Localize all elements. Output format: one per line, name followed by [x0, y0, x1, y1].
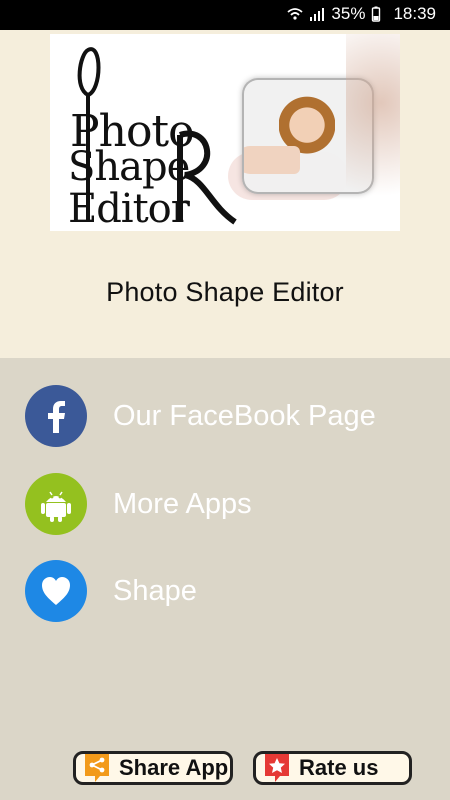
menu-item-shape[interactable]: Shape — [25, 560, 425, 622]
wifi-icon — [287, 6, 304, 22]
share-svg — [85, 754, 109, 782]
share-app-label: Share App — [119, 755, 229, 780]
app-banner: Photo Shape Editor — [50, 34, 400, 231]
banner-text-shape: Shape — [68, 144, 190, 190]
battery-icon — [371, 6, 387, 22]
star-svg — [265, 754, 289, 782]
menu-label-more-apps: More Apps — [113, 487, 252, 520]
top-section: Photo Shape Editor Photo Shape Editor — [0, 30, 450, 358]
rate-us-button[interactable]: Rate us — [253, 751, 412, 785]
facebook-svg — [48, 401, 65, 433]
status-bar: 35% 18:39 — [0, 0, 450, 30]
pointing-hand — [244, 146, 300, 174]
signal-icon — [309, 6, 325, 22]
menu-item-facebook[interactable]: Our FaceBook Page — [25, 385, 425, 447]
heart-icon — [25, 560, 87, 622]
wifi-svg — [287, 8, 304, 20]
status-bar-right: 35% 18:39 — [287, 4, 436, 24]
rate-us-label: Rate us — [299, 755, 379, 780]
battery-svg — [372, 6, 381, 22]
facebook-icon — [25, 385, 87, 447]
battery-percentage: 35% — [331, 4, 366, 23]
app-title: Photo Shape Editor — [106, 277, 344, 307]
menu-item-more-apps[interactable]: More Apps — [25, 473, 425, 535]
signal-svg — [310, 8, 325, 21]
heart-svg — [42, 577, 70, 605]
share-app-button[interactable]: Share App — [73, 751, 233, 785]
android-svg — [41, 491, 71, 522]
menu-label-facebook: Our FaceBook Page — [113, 399, 376, 432]
menu-label-shape: Shape — [113, 574, 197, 607]
star-icon — [263, 751, 291, 785]
share-icon — [83, 751, 111, 785]
clock: 18:39 — [393, 4, 436, 23]
blurred-woman-image — [346, 34, 400, 231]
banner-text-editor: Editor — [68, 186, 190, 231]
android-icon — [25, 473, 87, 535]
